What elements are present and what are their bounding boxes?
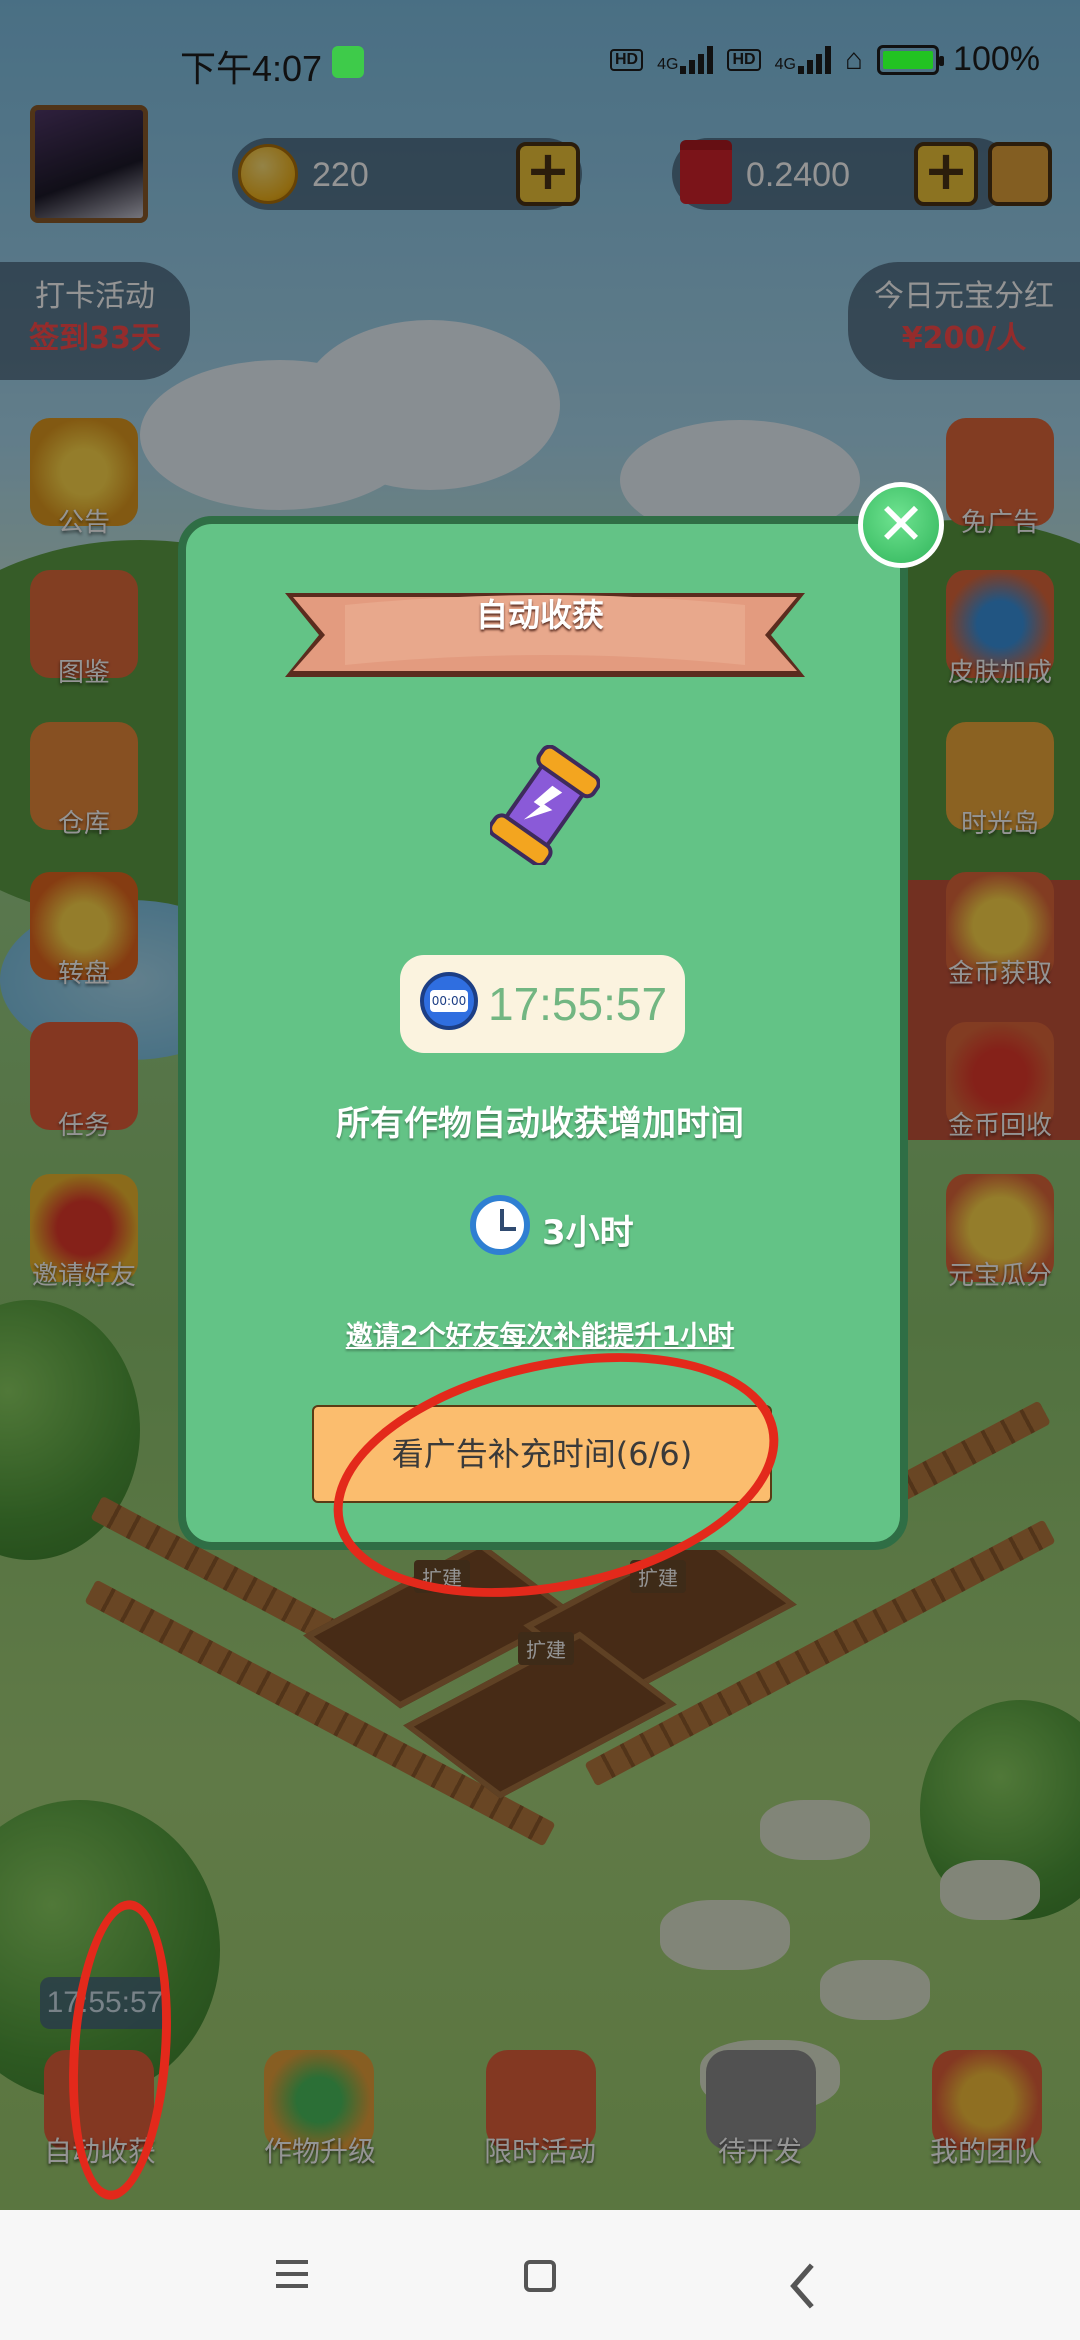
status-time: 下午4:07 — [180, 48, 323, 89]
close-button[interactable]: ✕ — [858, 482, 944, 568]
dialog-title: 自动收获 — [475, 596, 604, 634]
alarm-clock-icon — [470, 1195, 530, 1255]
home-icon[interactable] — [524, 2260, 556, 2292]
back-icon[interactable] — [774, 2260, 834, 2312]
signal-2-icon: 4G — [774, 45, 831, 74]
auto-harvest-potion-icon — [490, 745, 600, 865]
hd-icon: HD — [610, 48, 644, 71]
network-type-1: 4G — [657, 55, 679, 73]
invite-friends-link[interactable]: 邀请2个好友每次补能提升1小时 — [0, 1314, 1080, 1353]
hd-icon: HD — [727, 48, 761, 71]
stopwatch-face: 00:00 — [430, 990, 468, 1012]
system-navigation-bar — [0, 2210, 1080, 2340]
wifi-icon: ⌂ — [844, 42, 864, 76]
stopwatch-icon: 00:00 — [420, 972, 478, 1030]
remaining-time: 17:55:57 — [488, 978, 668, 1030]
hours-added: 3小时 — [542, 1213, 634, 1253]
menu-icon[interactable] — [262, 2250, 322, 2302]
wechat-notification-icon — [332, 46, 364, 78]
battery-percent: 100% — [953, 40, 1040, 78]
dialog-description: 所有作物自动收获增加时间 — [336, 1104, 744, 1144]
battery-icon — [877, 44, 945, 75]
network-type-2: 4G — [774, 55, 796, 73]
status-bar: 下午4:07 HD 4G HD 4G ⌂ 100% — [0, 0, 1080, 120]
signal-1-icon: 4G — [657, 45, 714, 74]
